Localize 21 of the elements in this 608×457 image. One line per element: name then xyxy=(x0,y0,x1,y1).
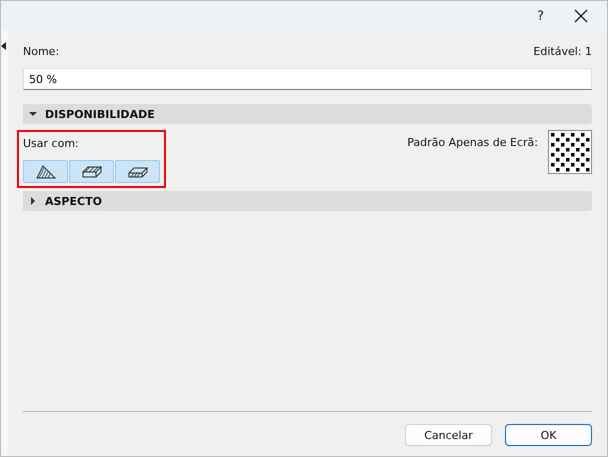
tool-toggle[interactable] xyxy=(115,160,160,183)
name-label: Nome: xyxy=(23,45,60,58)
editable-count: Editável: 1 xyxy=(533,45,592,58)
use-with-label: Usar com: xyxy=(23,137,80,150)
tool-toggle[interactable] xyxy=(69,160,114,183)
name-field[interactable]: 50 % xyxy=(23,68,592,90)
ok-button[interactable]: OK xyxy=(505,424,592,446)
pattern-swatch[interactable] xyxy=(548,130,592,174)
collapse-arrow-icon[interactable] xyxy=(1,42,6,50)
section-header[interactable]: ASPECTO xyxy=(23,191,592,211)
beam-icon xyxy=(80,164,102,178)
section-header[interactable]: DISPONIBILIDADE xyxy=(23,104,592,124)
cancel-button[interactable]: Cancelar xyxy=(405,424,492,446)
pattern-label: Padrão Apenas de Ecrã: xyxy=(407,136,538,149)
collapse-arrow-icon xyxy=(29,110,37,118)
tool-toggle[interactable] xyxy=(23,160,68,183)
slab-icon xyxy=(34,164,56,178)
panel-icon xyxy=(126,164,148,178)
expand-arrow-icon xyxy=(29,197,37,205)
close-icon[interactable] xyxy=(574,9,588,23)
help-button[interactable]: ? xyxy=(537,8,544,24)
